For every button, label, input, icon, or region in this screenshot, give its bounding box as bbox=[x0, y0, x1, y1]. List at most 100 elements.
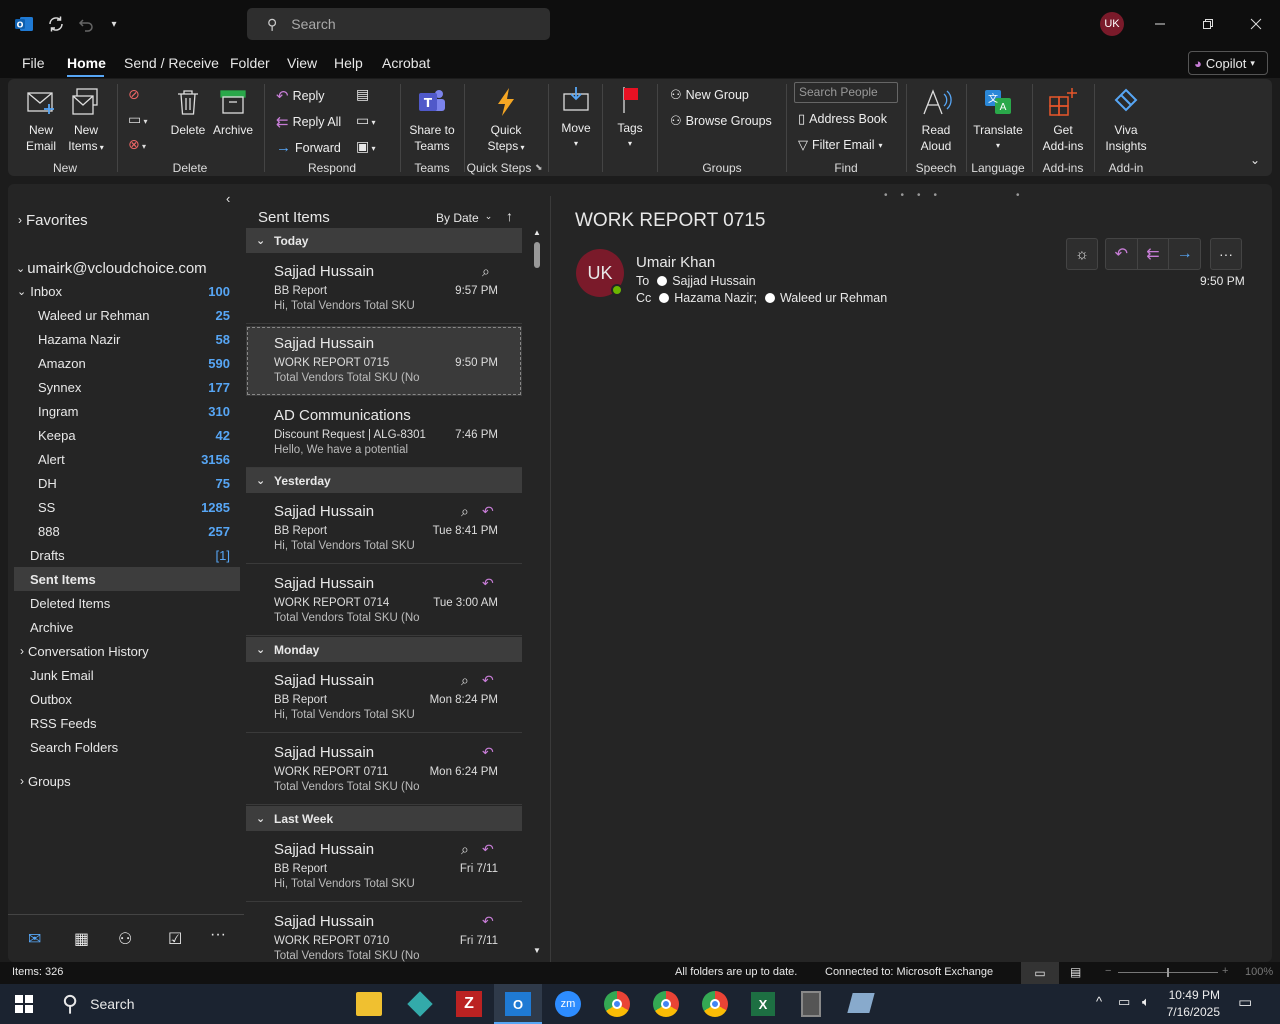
scroll-down-icon[interactable]: ▼ bbox=[533, 946, 541, 955]
filter-email-button[interactable]: ▽ Filter Email ▾ bbox=[798, 137, 883, 153]
folder-outbox[interactable]: Outbox bbox=[8, 687, 240, 711]
menu-view[interactable]: View bbox=[287, 55, 317, 71]
quick-steps-button[interactable]: Quick Steps ▾ bbox=[476, 86, 536, 156]
cc-recipient-2[interactable]: Waleed ur Rehman bbox=[780, 291, 887, 305]
calculator-icon[interactable] bbox=[801, 991, 821, 1017]
cleanup-icon[interactable]: ▭ ▾ bbox=[128, 111, 147, 128]
folder-dh[interactable]: DH 75 bbox=[8, 471, 240, 495]
sync-icon[interactable] bbox=[44, 12, 68, 36]
reading-view-icon[interactable]: ▤ bbox=[1070, 965, 1081, 979]
message-item[interactable]: Sajjad Hussain BB Report Hi, Total Vendors… bbox=[246, 663, 522, 733]
group-header-yesterday[interactable]: ⌄ Yesterday bbox=[246, 468, 522, 493]
delete-button[interactable]: Delete bbox=[168, 86, 208, 138]
tasks-icon[interactable]: ☑ bbox=[168, 929, 182, 949]
filezilla-icon[interactable]: Z bbox=[456, 991, 482, 1017]
folder-search-folders[interactable]: Search Folders bbox=[8, 735, 240, 759]
move-button[interactable]: Move ▾ bbox=[556, 84, 596, 152]
folder-waleed-ur-rehman[interactable]: Waleed ur Rehman 25 bbox=[8, 303, 240, 327]
menu-send-receive[interactable]: Send / Receive bbox=[124, 55, 219, 71]
translate-button[interactable]: 文A Translate ▾ bbox=[970, 86, 1026, 154]
im-icon[interactable]: ▭ ▾ bbox=[356, 112, 375, 129]
folder-amazon[interactable]: Amazon 590 bbox=[8, 351, 240, 375]
folder-drafts[interactable]: Drafts [1] bbox=[8, 543, 240, 567]
folder-rss-feeds[interactable]: RSS Feeds bbox=[8, 711, 240, 735]
viva-insights-button[interactable]: Viva Insights bbox=[1100, 86, 1152, 154]
notifications-icon[interactable]: ▭ bbox=[1238, 993, 1252, 1011]
sender-name[interactable]: Umair Khan bbox=[636, 254, 715, 271]
people-icon[interactable]: ⚇ bbox=[118, 929, 132, 949]
app-icon[interactable] bbox=[407, 991, 433, 1017]
network-icon[interactable]: ▭ bbox=[1118, 994, 1130, 1010]
chrome-icon[interactable] bbox=[653, 991, 679, 1017]
folder-inbox[interactable]: ⌄ Inbox 100 bbox=[8, 279, 240, 303]
scroll-thumb[interactable] bbox=[534, 242, 540, 268]
menu-folder[interactable]: Folder bbox=[230, 55, 270, 71]
folder-keepa[interactable]: Keepa 42 bbox=[8, 423, 240, 447]
message-item[interactable]: Sajjad Hussain WORK REPORT 0710 Total Vend… bbox=[246, 904, 522, 962]
chrome-icon[interactable] bbox=[604, 991, 630, 1017]
favorites-toggle[interactable]: › Favorites bbox=[8, 208, 240, 232]
collapse-pane-icon[interactable]: ‹ bbox=[226, 191, 230, 206]
more-actions-icon[interactable]: ··· bbox=[1210, 238, 1242, 270]
new-email-button[interactable]: New Email bbox=[20, 86, 62, 154]
scroll-up-icon[interactable]: ▲ bbox=[533, 228, 541, 237]
more-respond-icon[interactable]: ▣ ▾ bbox=[356, 138, 375, 155]
search-people-input[interactable]: Search People bbox=[794, 82, 898, 103]
zoom-out-icon[interactable]: − bbox=[1105, 965, 1111, 977]
message-item[interactable]: AD Communications Discount Request | ALG-… bbox=[246, 398, 522, 468]
account-toggle[interactable]: ⌄ umairk@vcloudchoice.com bbox=[8, 256, 240, 280]
copilot-button[interactable]: ◕ Copilot ▾ bbox=[1188, 51, 1268, 75]
tray-chevron-up-icon[interactable]: ^ bbox=[1096, 994, 1102, 1009]
group-header-monday[interactable]: ⌄ Monday bbox=[246, 637, 522, 662]
menu-home[interactable]: Home bbox=[67, 55, 106, 71]
folder-888[interactable]: 888 257 bbox=[8, 519, 240, 543]
notepad-icon[interactable] bbox=[847, 993, 875, 1013]
drag-handle-icon[interactable]: •••• bbox=[884, 190, 950, 201]
group-header-today[interactable]: ⌄ Today bbox=[246, 228, 522, 253]
zoom-slider-thumb[interactable] bbox=[1167, 968, 1169, 977]
share-to-teams-button[interactable]: T Share to Teams bbox=[404, 86, 460, 154]
forward-button[interactable]: → Forward bbox=[276, 139, 341, 156]
message-item[interactable]: Sajjad Hussain BB Report Hi, Total Vendors… bbox=[246, 254, 522, 324]
message-item[interactable]: Sajjad Hussain BB Report Hi, Total Vendors… bbox=[246, 832, 522, 902]
windows-start-icon[interactable] bbox=[10, 992, 38, 1016]
tags-button[interactable]: Tags ▾ bbox=[610, 84, 650, 152]
user-avatar[interactable]: UK bbox=[1100, 12, 1124, 36]
folder-conversation-history[interactable]: › Conversation History bbox=[8, 639, 240, 663]
folder-archive[interactable]: Archive bbox=[8, 615, 240, 639]
minimize-button[interactable] bbox=[1140, 8, 1180, 40]
message-item[interactable]: Sajjad Hussain WORK REPORT 0715 Total Vend… bbox=[246, 326, 522, 396]
meeting-icon[interactable]: ▤ bbox=[356, 86, 369, 103]
browse-groups-button[interactable]: ⚇ Browse Groups bbox=[670, 113, 772, 129]
zoom-in-icon[interactable]: + bbox=[1222, 965, 1228, 977]
menu-acrobat[interactable]: Acrobat bbox=[382, 55, 430, 71]
reply-button[interactable]: ↶ Reply bbox=[276, 87, 325, 105]
ignore-icon[interactable]: ⊘ bbox=[128, 86, 140, 103]
reply-all-button[interactable]: ⇇ Reply All bbox=[276, 113, 341, 131]
group-header-last-week[interactable]: ⌄ Last Week bbox=[246, 806, 522, 831]
folder-alert[interactable]: Alert 3156 bbox=[8, 447, 240, 471]
message-item[interactable]: Sajjad Hussain WORK REPORT 0711 Total Vend… bbox=[246, 735, 522, 805]
new-group-button[interactable]: ⚇ New Group bbox=[670, 87, 749, 103]
address-book-button[interactable]: ▯ Address Book bbox=[798, 111, 887, 127]
reply-icon[interactable]: ↶ bbox=[1106, 239, 1138, 269]
dialog-launcher-icon[interactable]: ⬊ bbox=[535, 162, 543, 173]
drag-handle-icon[interactable]: • bbox=[1016, 190, 1020, 201]
search-box[interactable]: ⚲ Search bbox=[247, 8, 550, 40]
theme-toggle-sun-icon[interactable]: ☼ bbox=[1066, 238, 1098, 270]
get-addins-button[interactable]: Get Add-ins bbox=[1038, 86, 1088, 154]
folder-hazama-nazir[interactable]: Hazama Nazir 58 bbox=[8, 327, 240, 351]
reply-all-icon[interactable]: ⇇ bbox=[1138, 239, 1170, 269]
folder-sent-items[interactable]: Sent Items bbox=[14, 567, 240, 591]
mail-icon[interactable]: ✉ bbox=[28, 929, 41, 949]
folder-deleted-items[interactable]: Deleted Items bbox=[8, 591, 240, 615]
menu-file[interactable]: File bbox=[22, 55, 45, 71]
more-apps-icon[interactable]: ··· bbox=[210, 926, 226, 944]
taskbar-search[interactable]: ⚲ Search bbox=[50, 988, 230, 1020]
folder-ingram[interactable]: Ingram 310 bbox=[8, 399, 240, 423]
zoom-app-icon[interactable]: zm bbox=[555, 991, 581, 1017]
archive-button[interactable]: Archive bbox=[210, 86, 256, 138]
calendar-icon[interactable]: ▦ bbox=[74, 929, 89, 949]
ribbon-collapse-chevron-icon[interactable]: ⌄ bbox=[1250, 153, 1260, 167]
normal-view-icon[interactable]: ▭ bbox=[1021, 962, 1059, 984]
